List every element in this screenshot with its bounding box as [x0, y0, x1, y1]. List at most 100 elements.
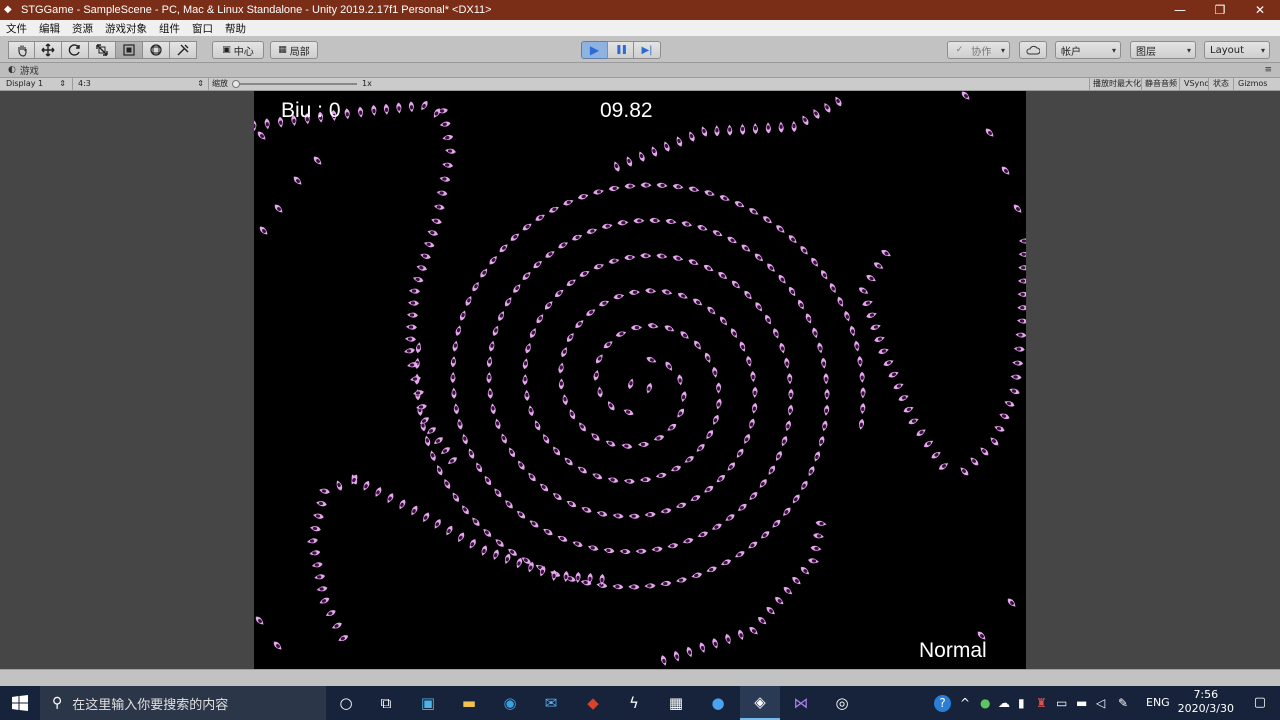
- tab-game[interactable]: 游戏: [20, 63, 39, 77]
- custom-tool-button[interactable]: [170, 41, 197, 59]
- bullet: [465, 295, 472, 306]
- clock-date: 2020/3/30: [1177, 702, 1234, 715]
- bullet: [640, 477, 651, 483]
- bullet: [677, 408, 685, 418]
- bullet: [713, 414, 719, 425]
- taskbar-app-explorer[interactable]: ▬: [449, 686, 489, 720]
- aspect-dropdown[interactable]: 4:3 ⇕: [78, 78, 206, 90]
- bullet: [433, 204, 445, 210]
- feather-icon: ●: [711, 694, 725, 712]
- start-button[interactable]: [0, 686, 40, 720]
- taskbar-app-visualstudio[interactable]: ⋈: [781, 686, 821, 720]
- bullet: [810, 545, 822, 551]
- scale-tool-button[interactable]: [89, 41, 116, 59]
- bullet: [749, 418, 755, 430]
- antivirus-icon[interactable]: ♜: [1036, 695, 1047, 711]
- network-icon[interactable]: ▭: [1056, 695, 1067, 711]
- display-dropdown[interactable]: Display 1 ⇕: [6, 78, 68, 90]
- bullet: [766, 606, 775, 615]
- taskbar-search-box[interactable]: ⚲ 在这里输入你要搜索的内容: [40, 686, 326, 720]
- play-button[interactable]: ▶: [581, 41, 608, 59]
- collab-dropdown[interactable]: ✓ 协作: [947, 41, 1010, 59]
- bullet: [593, 370, 599, 381]
- menu-assets[interactable]: 资源: [72, 21, 93, 36]
- help-icon[interactable]: ?: [934, 695, 951, 712]
- bullet: [444, 479, 451, 489]
- menu-gameobject[interactable]: 游戏对象: [105, 21, 147, 36]
- battery-icon[interactable]: ▬: [1076, 695, 1087, 711]
- bullet: [459, 310, 466, 321]
- taskbar-app-edge[interactable]: ◉: [490, 686, 530, 720]
- bullet: [811, 257, 818, 267]
- pen-icon[interactable]: ✎: [1118, 695, 1128, 711]
- task-view-button[interactable]: ⧉: [366, 686, 406, 720]
- menu-help[interactable]: 帮助: [225, 21, 246, 36]
- clock[interactable]: 7:56 2020/3/30: [1178, 688, 1234, 716]
- transform-tool-button[interactable]: [143, 41, 170, 59]
- language-indicator[interactable]: ENG: [1146, 695, 1170, 711]
- cloud-tray-icon[interactable]: ☁: [998, 695, 1010, 711]
- local-toggle-button[interactable]: ▦ 局部: [270, 41, 318, 59]
- rect-tool-button[interactable]: [116, 41, 143, 59]
- scale-value: 1x: [362, 79, 372, 88]
- taskbar-app-red[interactable]: ◆: [573, 686, 613, 720]
- bullet: [450, 372, 456, 383]
- rotate-tool-button[interactable]: [62, 41, 89, 59]
- hand-tool-button[interactable]: [8, 41, 35, 59]
- bullet: [558, 242, 569, 249]
- taskbar-app-calculator[interactable]: ▦: [656, 686, 696, 720]
- bullet: [621, 443, 633, 449]
- close-button[interactable]: ✕: [1240, 0, 1280, 20]
- layout-label: Layout: [1210, 44, 1244, 56]
- bullet: [835, 96, 842, 107]
- cortana-button[interactable]: ○: [326, 686, 366, 720]
- tab-menu-icon[interactable]: ≡: [1264, 65, 1272, 75]
- account-dropdown[interactable]: 帐户: [1055, 41, 1121, 59]
- pause-button[interactable]: ❚❚: [607, 41, 634, 59]
- bullet: [651, 146, 658, 157]
- mute-audio-toggle[interactable]: 静音音频: [1145, 78, 1177, 90]
- bullet: [1017, 291, 1026, 297]
- taskbar-app-unity[interactable]: ◈: [740, 686, 780, 720]
- gizmos-dropdown[interactable]: Gizmos: [1238, 78, 1267, 90]
- taskbar-app-bilibili[interactable]: ▣: [408, 686, 448, 720]
- bullet: [824, 389, 830, 400]
- step-button[interactable]: ▶|: [633, 41, 661, 59]
- maximize-on-play-toggle[interactable]: 播放时最大化: [1093, 78, 1141, 90]
- taskbar-app-feather[interactable]: ●: [698, 686, 738, 720]
- move-tool-button[interactable]: [35, 41, 62, 59]
- game-canvas[interactable]: Biu : 0 09.82 Normal: [254, 91, 1026, 669]
- volume-icon[interactable]: ◁: [1096, 695, 1105, 711]
- vsync-toggle[interactable]: VSync: [1184, 78, 1209, 90]
- bullet: [706, 566, 717, 573]
- bullet: [596, 511, 608, 517]
- cloud-button[interactable]: [1019, 41, 1047, 59]
- maximize-button[interactable]: ❐: [1200, 0, 1240, 20]
- taskbar-app-mail[interactable]: ✉: [531, 686, 571, 720]
- minimize-button[interactable]: —: [1160, 0, 1200, 20]
- taskbar-app-obs[interactable]: ◎: [822, 686, 862, 720]
- menu-window[interactable]: 窗口: [192, 21, 213, 36]
- taskbar-app-bolt[interactable]: ϟ: [614, 686, 654, 720]
- menu-component[interactable]: 组件: [159, 21, 180, 36]
- system-tray: ? ^ ● ☁ ▮ ♜ ▭ ▬ ◁ ✎ ENG 7:56 2020/3/30 ▢: [920, 686, 1280, 720]
- scale-slider[interactable]: [232, 78, 357, 90]
- bullet: [540, 483, 549, 492]
- layers-dropdown[interactable]: 图层: [1130, 41, 1196, 59]
- pivot-toggle-button[interactable]: ▣ 中心: [212, 41, 264, 59]
- stats-toggle[interactable]: 状态: [1213, 78, 1229, 90]
- wechat-icon[interactable]: ●: [980, 695, 990, 711]
- bullet: [557, 535, 568, 542]
- usb-icon[interactable]: ▮: [1018, 695, 1025, 711]
- menu-edit[interactable]: 编辑: [39, 21, 60, 36]
- tray-expand-icon[interactable]: ^: [960, 695, 970, 711]
- scale-slider-thumb[interactable]: [232, 80, 240, 88]
- bullet: [653, 435, 665, 441]
- menu-file[interactable]: 文件: [6, 21, 27, 36]
- bullet: [572, 541, 583, 547]
- bullet: [697, 225, 708, 231]
- bullet: [802, 115, 809, 126]
- layout-dropdown[interactable]: Layout: [1204, 41, 1270, 59]
- notification-icon[interactable]: ▢: [1254, 695, 1266, 711]
- bullet: [457, 418, 463, 430]
